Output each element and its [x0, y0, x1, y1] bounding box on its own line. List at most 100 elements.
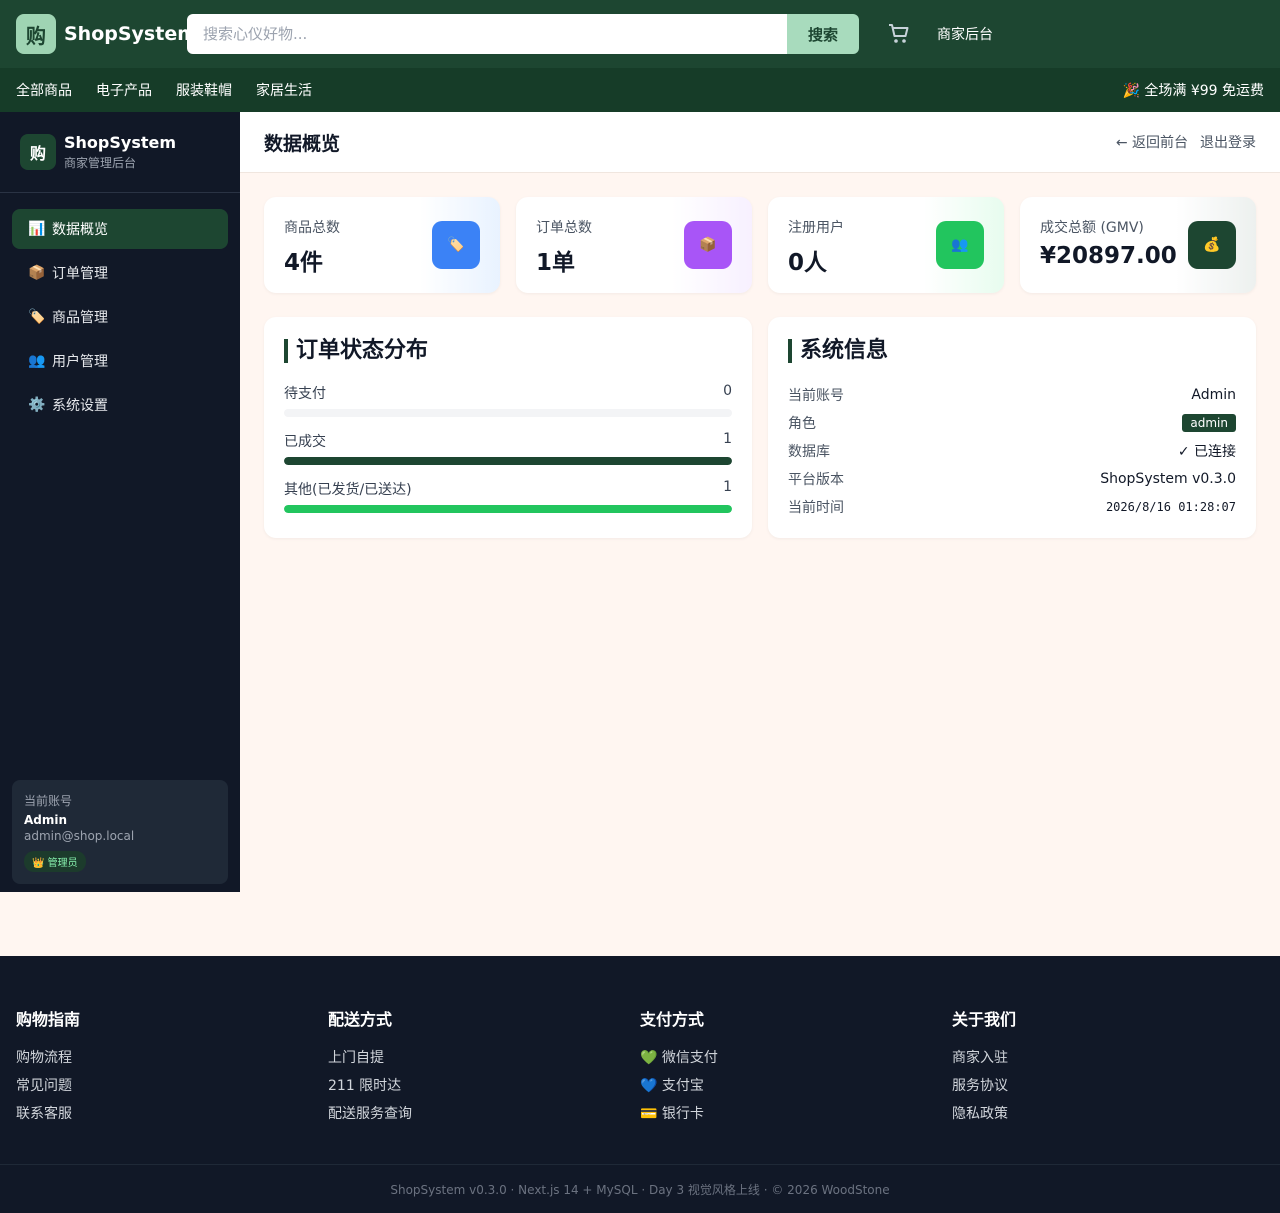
status-count: 0 [723, 383, 732, 399]
sidebar-item-orders[interactable]: 📦 订单管理 [12, 253, 228, 293]
admin-sidebar: 购 ShopSystem 商家管理后台 📊 数据概览 📦 订单管理 🏷️ 商品管… [0, 112, 240, 892]
search-input[interactable] [187, 14, 787, 54]
role-badge: admin [1182, 414, 1236, 432]
sidebar-item-label: 系统设置 [52, 398, 108, 414]
money-bag-icon: 💰 [1188, 221, 1236, 269]
footer-copyright: ShopSystem v0.3.0 · Next.js 14 + MySQL ·… [0, 1164, 1280, 1213]
footer-link[interactable]: 💚 微信支付 [640, 1044, 952, 1072]
sidebar-item-products[interactable]: 🏷️ 商品管理 [12, 297, 228, 337]
footer-link[interactable]: 💙 支付宝 [640, 1072, 952, 1100]
back-to-storefront-link[interactable]: ← 返回前台 [1116, 132, 1188, 152]
status-label: 已成交 [284, 434, 326, 450]
site-footer: 购物指南 购物流程 常见问题 联系客服 配送方式 上门自提 211 限时达 配送… [0, 956, 1280, 1213]
top-header: 购 ShopSystem 搜索 商家后台 [0, 0, 1280, 68]
info-key: 当前账号 [788, 388, 844, 404]
logo-icon[interactable]: 购 [16, 14, 56, 54]
users-icon: 👥 [936, 221, 984, 269]
merchant-backend-link[interactable]: 商家后台 [937, 24, 993, 44]
category-all[interactable]: 全部商品 [16, 80, 72, 100]
info-key: 数据库 [788, 444, 830, 460]
footer-column-title: 关于我们 [952, 1010, 1017, 1029]
sidebar-menu: 📊 数据概览 📦 订单管理 🏷️ 商品管理 👥 用户管理 ⚙️ 系统设置 [0, 193, 240, 445]
tag-icon: 🏷️ [432, 221, 480, 269]
footer-link[interactable]: 商家入驻 [952, 1044, 1264, 1072]
system-info-panel: 系统信息 当前账号 Admin 角色 admin 数据库 ✓ 已连接 平台版本 … [768, 317, 1256, 538]
footer-link[interactable]: 💳 银行卡 [640, 1100, 952, 1128]
info-value: Admin [1191, 387, 1236, 403]
footer-column-payment: 支付方式 💚 微信支付 💙 支付宝 💳 银行卡 [640, 1006, 952, 1128]
sidebar-brand: 购 ShopSystem 商家管理后台 [0, 112, 240, 193]
footer-column-about: 关于我们 商家入驻 服务协议 隐私政策 [952, 1006, 1264, 1128]
status-row-other: 其他(已发货/已送达) 1 [284, 479, 732, 513]
brand-name[interactable]: ShopSystem [64, 23, 197, 45]
category-home[interactable]: 家居生活 [256, 80, 312, 100]
sidebar-subtitle: 商家管理后台 [64, 156, 137, 170]
sidebar-item-label: 数据概览 [52, 222, 108, 238]
chart-icon: 📊 [28, 221, 46, 237]
sidebar-item-label: 用户管理 [52, 354, 108, 370]
info-row-account: 当前账号 Admin [788, 381, 1236, 409]
footer-link[interactable]: 常见问题 [16, 1072, 328, 1100]
sidebar-title: ShopSystem [64, 133, 177, 152]
sidebar-logo-icon: 购 [20, 134, 56, 170]
category-nav: 全部商品 电子产品 服装鞋帽 家居生活 🎉 全场满 ¥99 免运费 [0, 68, 1280, 112]
stat-card-gmv: 成交总额 (GMV) ¥20897.00 💰 [1020, 197, 1256, 293]
panel-title: 系统信息 [788, 339, 1236, 363]
footer-link[interactable]: 上门自提 [328, 1044, 640, 1072]
sidebar-item-users[interactable]: 👥 用户管理 [12, 341, 228, 381]
footer-column-title: 购物指南 [16, 1010, 81, 1029]
search-bar: 搜索 [187, 14, 859, 54]
info-key: 当前时间 [788, 500, 844, 516]
info-key: 角色 [788, 416, 816, 432]
footer-link[interactable]: 购物流程 [16, 1044, 328, 1072]
stat-card-products: 商品总数 4件 🏷️ [264, 197, 500, 293]
account-email: admin@shop.local [24, 829, 135, 843]
category-electronics[interactable]: 电子产品 [96, 80, 152, 100]
db-status: ✓ 已连接 [1177, 444, 1236, 460]
promo-banner: 🎉 全场满 ¥99 免运费 [1122, 83, 1264, 99]
sidebar-item-dashboard[interactable]: 📊 数据概览 [12, 209, 228, 249]
status-count: 1 [723, 431, 732, 447]
info-row-database: 数据库 ✓ 已连接 [788, 437, 1236, 465]
account-name: Admin [24, 813, 68, 827]
account-label: 当前账号 [24, 794, 73, 808]
info-value: ShopSystem v0.3.0 [1100, 471, 1236, 487]
tag-icon: 🏷️ [28, 309, 46, 325]
status-row-completed: 已成交 1 [284, 431, 732, 465]
footer-link[interactable]: 配送服务查询 [328, 1100, 640, 1128]
status-bar [284, 505, 732, 513]
status-label: 待支付 [284, 386, 326, 402]
current-account-card: 当前账号 Admin admin@shop.local 👑 管理员 [12, 780, 228, 884]
stat-card-users: 注册用户 0人 👥 [768, 197, 1004, 293]
logout-link[interactable]: 退出登录 [1200, 132, 1256, 152]
status-row-pending: 待支付 0 [284, 383, 732, 417]
status-bar [284, 457, 732, 465]
info-key: 平台版本 [788, 472, 844, 488]
main-header: 数据概览 ← 返回前台 退出登录 [240, 112, 1280, 173]
footer-link[interactable]: 211 限时达 [328, 1072, 640, 1100]
package-icon: 📦 [684, 221, 732, 269]
sidebar-item-settings[interactable]: ⚙️ 系统设置 [12, 385, 228, 425]
category-clothing[interactable]: 服装鞋帽 [176, 80, 232, 100]
cart-icon[interactable] [887, 22, 911, 46]
footer-link[interactable]: 联系客服 [16, 1100, 328, 1128]
stat-cards: 商品总数 4件 🏷️ 订单总数 1单 📦 注册用户 0人 👥 成交总额 (GMV… [264, 197, 1256, 293]
info-row-time: 当前时间 2026/8/16 01:28:07 [788, 493, 1236, 521]
info-row-version: 平台版本 ShopSystem v0.3.0 [788, 465, 1236, 493]
sidebar-item-label: 商品管理 [52, 310, 108, 326]
admin-badge: 👑 管理员 [24, 851, 86, 872]
order-status-panel: 订单状态分布 待支付 0 已成交 1 其他(已发货/已送达) 1 [264, 317, 752, 538]
current-time: 2026/8/16 01:28:07 [1105, 500, 1236, 514]
footer-column-guide: 购物指南 购物流程 常见问题 联系客服 [16, 1006, 328, 1128]
panel-title: 订单状态分布 [284, 339, 732, 363]
stat-card-orders: 订单总数 1单 📦 [516, 197, 752, 293]
page-title: 数据概览 [264, 132, 341, 155]
sidebar-item-label: 订单管理 [52, 266, 108, 282]
footer-column-title: 支付方式 [640, 1010, 705, 1029]
info-row-role: 角色 admin [788, 409, 1236, 437]
footer-link[interactable]: 隐私政策 [952, 1100, 1264, 1128]
footer-column-title: 配送方式 [328, 1010, 393, 1029]
search-button[interactable]: 搜索 [787, 14, 859, 54]
footer-column-delivery: 配送方式 上门自提 211 限时达 配送服务查询 [328, 1006, 640, 1128]
footer-link[interactable]: 服务协议 [952, 1072, 1264, 1100]
